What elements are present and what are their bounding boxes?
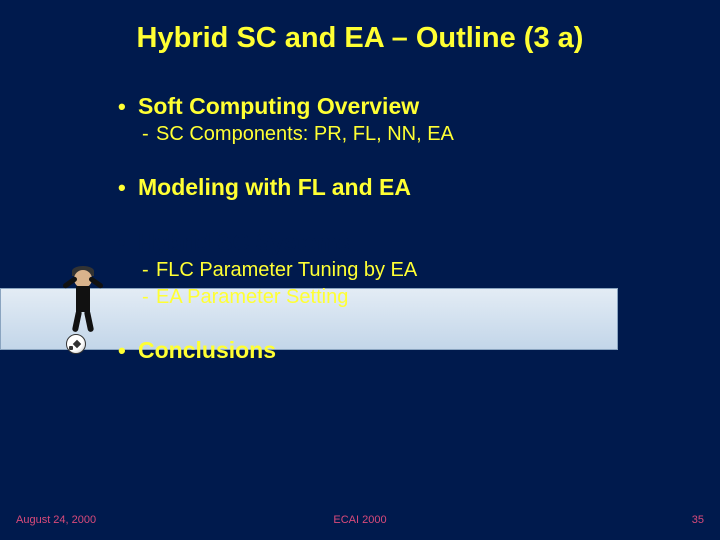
slide-title: Hybrid SC and EA – Outline (3 a) — [0, 0, 720, 65]
sub-item: - SC Components: PR, FL, NN, EA — [118, 123, 680, 146]
footer-date: August 24, 2000 — [16, 514, 96, 526]
bullet-label: Modeling with FL and EA — [138, 174, 411, 200]
slide: Hybrid SC and EA – Outline (3 a) • Soft … — [0, 0, 720, 540]
bullet-item: • Soft Computing Overview — [118, 93, 680, 119]
sub-label: SC Components: PR, FL, NN, EA — [156, 123, 454, 146]
footer-venue: ECAI 2000 — [0, 514, 720, 526]
bullet-dot-icon: • — [118, 175, 138, 200]
dash-icon: - — [142, 123, 156, 146]
sub-label: EA Parameter Setting — [156, 286, 348, 309]
bullet-item: • Modeling with FL and EA — [118, 174, 680, 200]
bullet-label: Conclusions — [138, 337, 276, 363]
dash-icon: - — [142, 286, 156, 309]
slide-footer: August 24, 2000 ECAI 2000 35 — [0, 514, 720, 526]
dash-icon: - — [142, 259, 156, 282]
footer-page: 35 — [692, 514, 704, 526]
bullet-dot-icon: • — [118, 230, 138, 255]
bullet-dot-icon: • — [118, 338, 138, 363]
referee-cartoon-icon — [52, 270, 112, 356]
bullet-label: Hybrid SC Systems — [138, 229, 350, 255]
sub-label: FLC Parameter Tuning by EA — [156, 259, 417, 282]
bullet-item-highlighted: • Hybrid SC Systems — [118, 229, 680, 255]
bullet-dot-icon: • — [118, 94, 138, 119]
bullet-label: Soft Computing Overview — [138, 93, 419, 119]
sub-item: - EA Parameter Setting — [118, 286, 680, 309]
bullet-item: • Conclusions — [118, 337, 680, 363]
sub-item: - FLC Parameter Tuning by EA — [118, 259, 680, 282]
